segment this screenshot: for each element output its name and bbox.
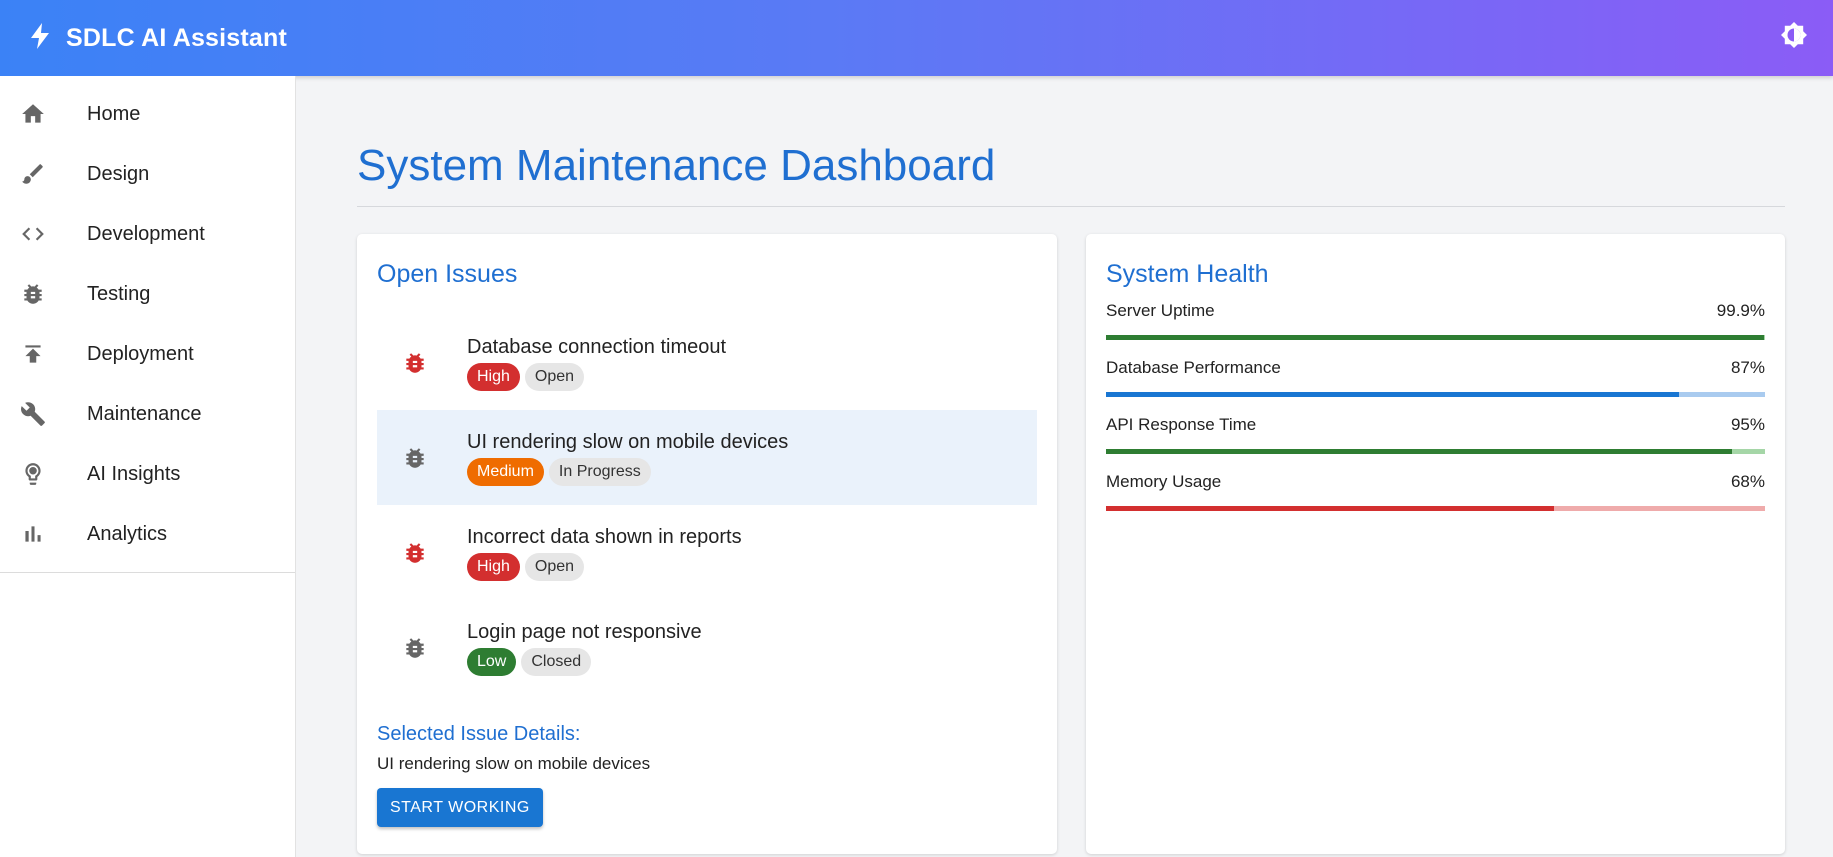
- bug-icon: [399, 347, 431, 379]
- priority-badge: High: [467, 363, 520, 391]
- wrench-icon: [20, 401, 46, 427]
- bug-icon: [399, 537, 431, 569]
- progress-bar: [1106, 506, 1765, 511]
- upload-icon: [20, 341, 46, 367]
- issue-title: UI rendering slow on mobile devices: [467, 431, 789, 453]
- open-issues-title: Open Issues: [377, 260, 518, 288]
- issue-list: Database connection timeout High Open UI…: [377, 315, 1037, 695]
- sidebar-item-label: Development: [87, 222, 205, 245]
- issue-body: Incorrect data shown in reports High Ope…: [467, 524, 742, 581]
- progress-bar-fill: [1106, 449, 1733, 454]
- sidebar-item-analytics[interactable]: Analytics: [0, 504, 295, 564]
- sidebar-item-home[interactable]: Home: [0, 84, 295, 144]
- sidebar-item-label: Maintenance: [87, 402, 202, 425]
- issue-body: UI rendering slow on mobile devices Medi…: [467, 429, 788, 486]
- issue-body: Database connection timeout High Open: [467, 334, 726, 391]
- metric-server-uptime: Server Uptime 99.9%: [1106, 301, 1765, 340]
- sidebar-item-maintenance[interactable]: Maintenance: [0, 384, 295, 444]
- page-title: System Maintenance Dashboard: [357, 141, 996, 190]
- progress-bar-fill: [1106, 335, 1765, 340]
- issue-chips: High Open: [467, 553, 742, 581]
- bolt-icon: [28, 22, 52, 55]
- metric-label: Server Uptime: [1106, 301, 1215, 320]
- code-icon: [20, 221, 46, 247]
- metric-database-performance: Database Performance 87%: [1106, 358, 1765, 397]
- selected-issue-title: UI rendering slow on mobile devices: [377, 754, 651, 773]
- progress-bar-fill: [1106, 392, 1680, 397]
- theme-toggle-button[interactable]: [1777, 20, 1811, 54]
- sidebar: Home Design Development Testing Deployme…: [0, 76, 296, 857]
- bar-chart-icon: [20, 521, 46, 547]
- issue-body: Login page not responsive Low Closed: [467, 619, 702, 676]
- app-bar: SDLC AI Assistant: [0, 0, 1833, 76]
- bug-icon: [399, 442, 431, 474]
- status-badge: Closed: [521, 648, 592, 676]
- home-icon: [20, 101, 46, 127]
- issue-title: Incorrect data shown in reports: [467, 526, 742, 548]
- issue-item[interactable]: Login page not responsive Low Closed: [377, 600, 1037, 695]
- metric-label: Memory Usage: [1106, 472, 1222, 491]
- metric-memory-usage: Memory Usage 68%: [1106, 472, 1765, 511]
- metric-value: 68%: [1730, 472, 1765, 491]
- metric-value: 95%: [1730, 415, 1765, 434]
- sidebar-item-development[interactable]: Development: [0, 204, 295, 264]
- sidebar-item-design[interactable]: Design: [0, 144, 295, 204]
- status-badge: Open: [524, 553, 585, 581]
- sidebar-item-deployment[interactable]: Deployment: [0, 324, 295, 384]
- metric-label: Database Performance: [1106, 358, 1281, 377]
- issue-chips: Low Closed: [467, 648, 702, 676]
- metric-api-response-time: API Response Time 95%: [1106, 415, 1765, 454]
- selected-issue-details-title: Selected Issue Details:: [377, 723, 581, 745]
- progress-bar: [1106, 449, 1765, 454]
- system-health-card: System Health Server Uptime 99.9% Databa…: [1086, 234, 1785, 854]
- system-health-title: System Health: [1106, 260, 1269, 288]
- metric-value: 87%: [1730, 358, 1765, 377]
- metric-label: API Response Time: [1106, 415, 1257, 434]
- progress-bar: [1106, 392, 1765, 397]
- sidebar-item-label: Home: [87, 102, 141, 125]
- priority-badge: Low: [467, 648, 517, 676]
- sidebar-item-label: Deployment: [87, 342, 194, 365]
- sidebar-item-ai-insights[interactable]: AI Insights: [0, 444, 295, 504]
- status-badge: In Progress: [548, 458, 651, 486]
- issue-item[interactable]: Database connection timeout High Open: [377, 315, 1037, 410]
- brand: SDLC AI Assistant: [28, 22, 287, 55]
- issue-item-selected[interactable]: UI rendering slow on mobile devices Medi…: [377, 410, 1037, 505]
- priority-badge: Medium: [467, 458, 544, 486]
- issue-item[interactable]: Incorrect data shown in reports High Ope…: [377, 505, 1037, 600]
- divider: [357, 206, 1785, 207]
- app-title: SDLC AI Assistant: [66, 23, 288, 52]
- brightness-icon: [1779, 20, 1809, 55]
- bug-icon: [399, 632, 431, 664]
- issue-chips: Medium In Progress: [467, 458, 788, 486]
- issue-chips: High Open: [467, 363, 726, 391]
- issue-title: Login page not responsive: [467, 621, 702, 643]
- start-working-button[interactable]: START WORKING: [377, 788, 543, 827]
- sidebar-item-label: Analytics: [87, 522, 168, 545]
- main-content: System Maintenance Dashboard Open Issues…: [357, 76, 1785, 854]
- lightbulb-icon: [20, 461, 46, 487]
- open-issues-card: Open Issues Database connection timeout …: [357, 234, 1057, 854]
- nav-list: Home Design Development Testing Deployme…: [0, 76, 295, 573]
- bug-icon: [20, 281, 46, 307]
- metric-value: 99.9%: [1716, 301, 1765, 320]
- sidebar-item-label: AI Insights: [87, 462, 181, 485]
- priority-badge: High: [467, 553, 520, 581]
- sidebar-item-testing[interactable]: Testing: [0, 264, 295, 324]
- brush-icon: [20, 161, 46, 187]
- progress-bar: [1106, 335, 1765, 340]
- issue-title: Database connection timeout: [467, 336, 727, 358]
- sidebar-item-label: Design: [87, 162, 150, 185]
- status-badge: Open: [524, 363, 585, 391]
- sidebar-item-label: Testing: [87, 282, 151, 305]
- progress-bar-fill: [1106, 506, 1555, 511]
